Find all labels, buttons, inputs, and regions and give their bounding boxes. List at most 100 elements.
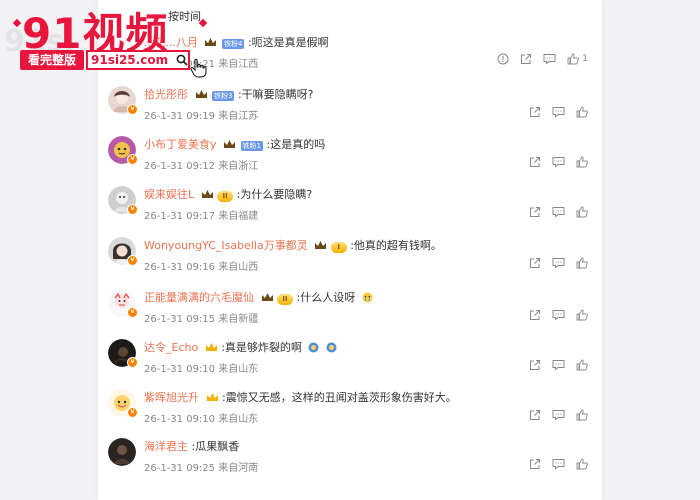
comment-icon[interactable]	[543, 53, 556, 65]
crown-icon	[195, 90, 207, 98]
watch-full-button[interactable]: 看完整版	[20, 50, 84, 70]
avatar[interactable]: v	[108, 186, 138, 215]
comment-text: :这是真的吗	[266, 138, 326, 151]
like-count: 1	[582, 54, 588, 64]
comment-date: 26-1-31 09:15	[144, 314, 216, 325]
share-icon[interactable]	[529, 458, 541, 470]
share-icon[interactable]	[529, 106, 541, 118]
comment-item: v WonyoungYC_Isabella万事都灵 I :他真的超有钱啊。 26…	[108, 237, 596, 277]
level-badge: I	[330, 242, 347, 253]
comment-username[interactable]: 紫晖旭光升	[144, 391, 199, 404]
share-icon[interactable]	[520, 53, 532, 65]
comment-date: 26-1-31 09:25	[144, 463, 216, 474]
share-icon[interactable]	[529, 206, 541, 218]
comment-item: v 达令_Echo :真是够炸裂的啊 26-1-31 09:10 来自山东	[108, 339, 596, 379]
comment-text: :为什么要隐瞒?	[236, 188, 313, 201]
avatar[interactable]: v	[108, 339, 138, 368]
avatar[interactable]	[108, 438, 136, 466]
like-icon[interactable]	[576, 359, 588, 371]
comment-text: :瓜果飘香	[191, 440, 240, 453]
comment-item: v 拾光彤彤 铁粉3 :干嘛要隐瞒呀? 26-1-31 09:19 来自江苏	[108, 86, 596, 126]
comment-icon[interactable]	[552, 257, 565, 269]
fan-badge: 铁粉1	[240, 141, 263, 151]
comment-location: 来自山东	[218, 414, 259, 425]
crown-icon	[201, 190, 213, 198]
crown-icon	[224, 140, 236, 148]
comment-text: :什么人设呀	[296, 291, 356, 304]
comment-item: v 娱来娱往L II :为什么要隐瞒? 26-1-31 09:17 来自福建	[108, 186, 596, 226]
comment-item: v 小布丁爱美食y 铁粉1 :这是真的吗 26-1-31 09:12 来自浙江	[108, 136, 596, 176]
crown-icon	[261, 293, 273, 301]
ad-banner[interactable]: 91si 91视频 看完整版 91si25.com	[0, 0, 220, 78]
verified-badge-icon: v	[127, 204, 138, 215]
comment-icon[interactable]	[552, 359, 565, 371]
comment-username[interactable]: 达令_Echo	[144, 341, 198, 354]
comment-icon[interactable]	[552, 206, 565, 218]
like-icon[interactable]	[576, 409, 588, 421]
comment-date: 26-1-31 09:10	[144, 414, 216, 425]
share-icon[interactable]	[529, 409, 541, 421]
avatar[interactable]: v	[108, 289, 138, 318]
explosion-emoji-icon	[326, 342, 337, 353]
avatar[interactable]: v	[108, 136, 138, 165]
report-icon[interactable]	[497, 53, 509, 65]
comment-item: v 正能量满满的六毛魔仙 II :什么人设呀 26-1-31 09:15 来自新…	[108, 289, 596, 329]
fan-badge: 铁粉4	[221, 39, 245, 49]
share-icon[interactable]	[529, 309, 541, 321]
verified-badge-icon: v	[127, 104, 138, 115]
comment-username[interactable]: 娱来娱往L	[144, 188, 194, 201]
avatar[interactable]: v	[108, 237, 138, 266]
comment-location: 来自福建	[218, 211, 259, 222]
crown-icon	[205, 343, 217, 351]
like-icon[interactable]	[567, 53, 580, 65]
comment-date: 26-1-31 09:12	[144, 161, 216, 172]
verified-badge-icon: v	[127, 255, 138, 266]
share-icon[interactable]	[529, 359, 541, 371]
comment-item: 海洋君主 :瓜果飘香 26-1-31 09:25 来自河南	[108, 438, 596, 478]
like-icon[interactable]	[576, 106, 588, 118]
comment-text: :真是够炸裂的啊	[221, 341, 302, 354]
comment-username[interactable]: 小布丁爱美食y	[144, 138, 217, 151]
comment-date: 26-1-31 09:17	[144, 211, 216, 222]
hand-cursor-icon	[190, 58, 207, 78]
comment-text: :干嘛要隐瞒呀?	[237, 88, 314, 101]
comment-icon[interactable]	[552, 156, 565, 168]
level-badge: II	[217, 191, 234, 202]
crown-icon	[315, 241, 327, 249]
like-icon[interactable]	[576, 206, 588, 218]
comment-icon[interactable]	[552, 409, 565, 421]
comment-username[interactable]: 正能量满满的六毛魔仙	[144, 291, 254, 304]
comment-username[interactable]: 拾光彤彤	[144, 88, 188, 101]
like-icon[interactable]	[576, 309, 588, 321]
comment-location: 来自山东	[218, 364, 259, 375]
like-icon[interactable]	[576, 458, 588, 470]
comment-text: :他真的超有钱啊。	[350, 239, 442, 252]
comment-icon[interactable]	[552, 458, 565, 470]
avatar[interactable]: v	[108, 86, 138, 115]
comment-location: 来自江西	[218, 59, 259, 70]
comment-location: 来自河南	[218, 463, 259, 474]
comment-item: v 紫晖旭光升 :震惊又无感，这样的丑闻对盖茨形象伤害好大。 26-1-31 0…	[108, 389, 596, 429]
banner-dot-icon	[198, 18, 208, 28]
fan-badge: 铁粉3	[212, 91, 235, 101]
comment-username[interactable]: 海洋君主	[144, 440, 188, 453]
comment-location: 来自浙江	[218, 161, 259, 172]
avatar[interactable]: v	[108, 389, 138, 418]
comment-icon[interactable]	[552, 309, 565, 321]
comment-location: 来自山西	[218, 262, 259, 273]
like-icon[interactable]	[576, 257, 588, 269]
search-icon[interactable]	[176, 54, 188, 66]
explosion-emoji-icon	[308, 342, 319, 353]
comment-date: 26-1-31 09:16	[144, 262, 216, 273]
crown-icon	[206, 393, 218, 401]
verified-badge-icon: v	[127, 357, 138, 368]
comment-icon[interactable]	[552, 106, 565, 118]
comment-username[interactable]: WonyoungYC_Isabella万事都灵	[144, 239, 308, 252]
share-icon[interactable]	[529, 257, 541, 269]
share-icon[interactable]	[529, 156, 541, 168]
like-icon[interactable]	[576, 156, 588, 168]
comment-text: :震惊又无感，这样的丑闻对盖茨形象伤害好大。	[222, 391, 457, 404]
comment-location: 来自新疆	[218, 314, 259, 325]
crying-emoji-icon	[362, 292, 373, 303]
banner-url[interactable]: 91si25.com	[86, 50, 190, 70]
